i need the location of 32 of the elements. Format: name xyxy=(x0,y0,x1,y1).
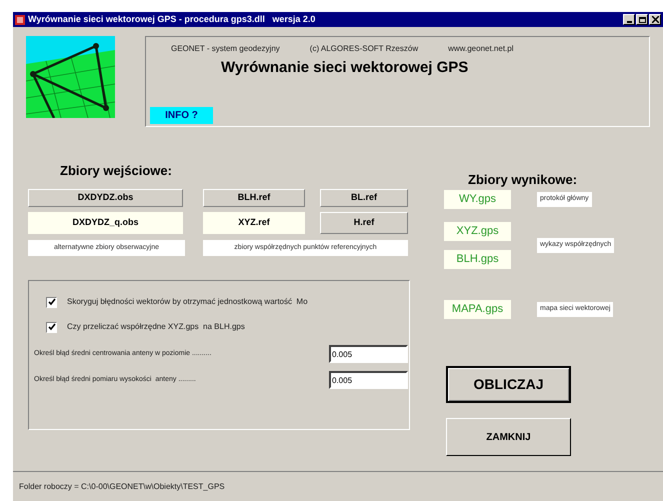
option-label: Skoryguj błędności wektorów by otrzymać jednostkową wartość Mo xyxy=(67,296,308,308)
info-button[interactable]: INFO ? xyxy=(150,107,213,124)
file-button[interactable]: BLH.ref xyxy=(203,189,305,207)
output-file-button[interactable]: XYZ.gps xyxy=(444,222,511,241)
calculate-button[interactable]: OBLICZAJ xyxy=(446,366,571,403)
minimize-button[interactable] xyxy=(623,14,635,25)
close-button[interactable] xyxy=(649,14,661,25)
status-bar: Folder roboczy = C:\0-00\GEONET\w\Obiekty\TEST_GPS xyxy=(13,471,663,501)
option-label: Czy przeliczać współrzędne XYZ.gps na BLH.gps xyxy=(67,321,245,333)
app-icon xyxy=(15,14,25,24)
parameter-field[interactable]: 0.005 xyxy=(329,345,408,363)
maximize-button[interactable] xyxy=(636,14,648,25)
network-logo-icon xyxy=(26,36,115,118)
system-name-text: GEONET - system geodezyjny xyxy=(171,43,280,55)
website-text: www.geonet.net.pl xyxy=(448,43,514,55)
program-heading: Wyrównanie sieci wektorowej GPS xyxy=(221,58,470,78)
file-button[interactable]: H.ref xyxy=(320,212,408,234)
file-button[interactable]: BL.ref xyxy=(320,189,408,207)
output-file-button[interactable]: MAPA.gps xyxy=(444,300,511,319)
file-button[interactable]: DXDYDZ.obs xyxy=(28,189,183,207)
input-files-heading: Zbiory wejściowe: xyxy=(60,162,173,179)
file-button[interactable]: DXDYDZ_q.obs xyxy=(28,212,183,234)
output-files-heading: Zbiory wynikowe: xyxy=(468,171,578,188)
file-button[interactable]: XYZ.ref xyxy=(203,212,305,234)
checkbox[interactable] xyxy=(46,296,57,308)
output-file-button[interactable]: BLH.gps xyxy=(444,250,511,269)
parameter-field[interactable]: 0.005 xyxy=(329,371,408,389)
checkbox[interactable] xyxy=(46,322,57,332)
close-dialog-button[interactable]: ZAMKNIJ xyxy=(446,418,571,456)
output-file-button[interactable]: WY.gps xyxy=(444,190,511,209)
copyright-text: (c) ALGORES-SOFT Rzeszów xyxy=(310,43,418,55)
window-title: Wyrównanie sieci wektorowej GPS - procedura gps3.dll wersja 2.0 xyxy=(28,15,316,24)
